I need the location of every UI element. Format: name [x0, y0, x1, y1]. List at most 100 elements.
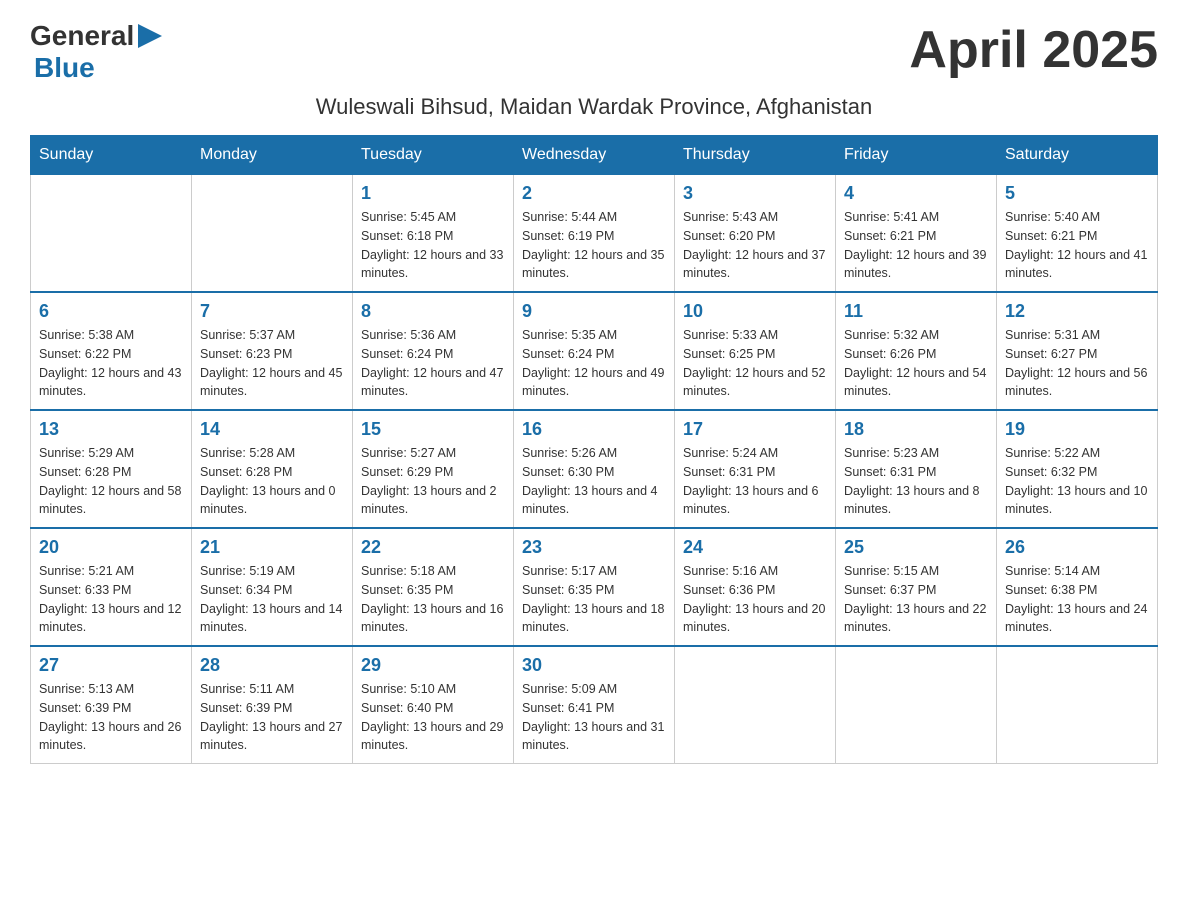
sunset-text: Sunset: 6:20 PM	[683, 227, 827, 246]
day-info: Sunrise: 5:38 AMSunset: 6:22 PMDaylight:…	[39, 326, 183, 401]
day-info: Sunrise: 5:13 AMSunset: 6:39 PMDaylight:…	[39, 680, 183, 755]
daylight-text: Daylight: 12 hours and 58 minutes.	[39, 482, 183, 520]
daylight-text: Daylight: 12 hours and 43 minutes.	[39, 364, 183, 402]
daylight-text: Daylight: 13 hours and 4 minutes.	[522, 482, 666, 520]
sunrise-text: Sunrise: 5:26 AM	[522, 444, 666, 463]
sunset-text: Sunset: 6:31 PM	[844, 463, 988, 482]
day-info: Sunrise: 5:43 AMSunset: 6:20 PMDaylight:…	[683, 208, 827, 283]
day-number: 9	[522, 301, 666, 322]
daylight-text: Daylight: 12 hours and 49 minutes.	[522, 364, 666, 402]
day-number: 25	[844, 537, 988, 558]
day-number: 11	[844, 301, 988, 322]
daylight-text: Daylight: 13 hours and 18 minutes.	[522, 600, 666, 638]
day-info: Sunrise: 5:14 AMSunset: 6:38 PMDaylight:…	[1005, 562, 1149, 637]
daylight-text: Daylight: 13 hours and 22 minutes.	[844, 600, 988, 638]
sunrise-text: Sunrise: 5:35 AM	[522, 326, 666, 345]
sunset-text: Sunset: 6:21 PM	[1005, 227, 1149, 246]
sunrise-text: Sunrise: 5:29 AM	[39, 444, 183, 463]
sunset-text: Sunset: 6:23 PM	[200, 345, 344, 364]
calendar-cell: 16Sunrise: 5:26 AMSunset: 6:30 PMDayligh…	[514, 410, 675, 528]
weekday-header-friday: Friday	[836, 136, 997, 175]
day-number: 7	[200, 301, 344, 322]
calendar-week-row: 20Sunrise: 5:21 AMSunset: 6:33 PMDayligh…	[31, 528, 1158, 646]
daylight-text: Daylight: 12 hours and 56 minutes.	[1005, 364, 1149, 402]
calendar-cell: 17Sunrise: 5:24 AMSunset: 6:31 PMDayligh…	[675, 410, 836, 528]
calendar-cell: 3Sunrise: 5:43 AMSunset: 6:20 PMDaylight…	[675, 175, 836, 293]
daylight-text: Daylight: 13 hours and 20 minutes.	[683, 600, 827, 638]
sunrise-text: Sunrise: 5:36 AM	[361, 326, 505, 345]
weekday-header-wednesday: Wednesday	[514, 136, 675, 175]
day-number: 24	[683, 537, 827, 558]
calendar-cell	[997, 646, 1158, 764]
sunset-text: Sunset: 6:36 PM	[683, 581, 827, 600]
sunrise-text: Sunrise: 5:09 AM	[522, 680, 666, 699]
calendar-cell: 15Sunrise: 5:27 AMSunset: 6:29 PMDayligh…	[353, 410, 514, 528]
day-info: Sunrise: 5:19 AMSunset: 6:34 PMDaylight:…	[200, 562, 344, 637]
day-number: 6	[39, 301, 183, 322]
daylight-text: Daylight: 12 hours and 52 minutes.	[683, 364, 827, 402]
month-title: April 2025	[909, 20, 1158, 80]
logo-flag-icon	[136, 22, 164, 50]
sunrise-text: Sunrise: 5:41 AM	[844, 208, 988, 227]
calendar-cell: 8Sunrise: 5:36 AMSunset: 6:24 PMDaylight…	[353, 292, 514, 410]
day-info: Sunrise: 5:10 AMSunset: 6:40 PMDaylight:…	[361, 680, 505, 755]
daylight-text: Daylight: 12 hours and 35 minutes.	[522, 246, 666, 284]
day-number: 29	[361, 655, 505, 676]
day-number: 10	[683, 301, 827, 322]
location-subtitle: Wuleswali Bihsud, Maidan Wardak Province…	[30, 94, 1158, 120]
calendar-cell: 2Sunrise: 5:44 AMSunset: 6:19 PMDaylight…	[514, 175, 675, 293]
daylight-text: Daylight: 13 hours and 8 minutes.	[844, 482, 988, 520]
daylight-text: Daylight: 13 hours and 26 minutes.	[39, 718, 183, 756]
calendar-cell: 14Sunrise: 5:28 AMSunset: 6:28 PMDayligh…	[192, 410, 353, 528]
sunrise-text: Sunrise: 5:16 AM	[683, 562, 827, 581]
day-info: Sunrise: 5:36 AMSunset: 6:24 PMDaylight:…	[361, 326, 505, 401]
calendar-table: SundayMondayTuesdayWednesdayThursdayFrid…	[30, 135, 1158, 764]
sunset-text: Sunset: 6:30 PM	[522, 463, 666, 482]
daylight-text: Daylight: 12 hours and 41 minutes.	[1005, 246, 1149, 284]
sunset-text: Sunset: 6:37 PM	[844, 581, 988, 600]
daylight-text: Daylight: 12 hours and 37 minutes.	[683, 246, 827, 284]
calendar-cell: 13Sunrise: 5:29 AMSunset: 6:28 PMDayligh…	[31, 410, 192, 528]
day-info: Sunrise: 5:44 AMSunset: 6:19 PMDaylight:…	[522, 208, 666, 283]
daylight-text: Daylight: 13 hours and 29 minutes.	[361, 718, 505, 756]
sunset-text: Sunset: 6:27 PM	[1005, 345, 1149, 364]
sunset-text: Sunset: 6:35 PM	[522, 581, 666, 600]
calendar-cell: 27Sunrise: 5:13 AMSunset: 6:39 PMDayligh…	[31, 646, 192, 764]
weekday-header-saturday: Saturday	[997, 136, 1158, 175]
sunrise-text: Sunrise: 5:24 AM	[683, 444, 827, 463]
calendar-cell	[675, 646, 836, 764]
sunset-text: Sunset: 6:35 PM	[361, 581, 505, 600]
page-header: General Blue April 2025	[30, 20, 1158, 84]
calendar-cell: 6 Sunrise: 5:38 AMSunset: 6:22 PMDaylight…	[31, 292, 192, 410]
sunset-text: Sunset: 6:22 PM	[39, 345, 183, 364]
day-number: 21	[200, 537, 344, 558]
sunset-text: Sunset: 6:32 PM	[1005, 463, 1149, 482]
sunset-text: Sunset: 6:41 PM	[522, 699, 666, 718]
daylight-text: Daylight: 13 hours and 2 minutes.	[361, 482, 505, 520]
calendar-week-row: 6 Sunrise: 5:38 AMSunset: 6:22 PMDaylight…	[31, 292, 1158, 410]
day-number: 20	[39, 537, 183, 558]
sunrise-text: Sunrise: 5:32 AM	[844, 326, 988, 345]
logo-blue-text: Blue	[34, 52, 95, 84]
day-info: Sunrise: 5:29 AMSunset: 6:28 PMDaylight:…	[39, 444, 183, 519]
calendar-cell: 23Sunrise: 5:17 AMSunset: 6:35 PMDayligh…	[514, 528, 675, 646]
day-info: Sunrise: 5:18 AMSunset: 6:35 PMDaylight:…	[361, 562, 505, 637]
day-number: 26	[1005, 537, 1149, 558]
calendar-cell: 29 Sunrise: 5:10 AMSunset: 6:40 PMDayligh…	[353, 646, 514, 764]
day-info: Sunrise: 5:40 AMSunset: 6:21 PMDaylight:…	[1005, 208, 1149, 283]
sunset-text: Sunset: 6:38 PM	[1005, 581, 1149, 600]
sunset-text: Sunset: 6:28 PM	[39, 463, 183, 482]
day-number: 5	[1005, 183, 1149, 204]
sunrise-text: Sunrise: 5:31 AM	[1005, 326, 1149, 345]
sunrise-text: Sunrise: 5:44 AM	[522, 208, 666, 227]
daylight-text: Daylight: 12 hours and 47 minutes.	[361, 364, 505, 402]
sunrise-text: Sunrise: 5:23 AM	[844, 444, 988, 463]
daylight-text: Daylight: 13 hours and 24 minutes.	[1005, 600, 1149, 638]
day-number: 4	[844, 183, 988, 204]
daylight-text: Daylight: 13 hours and 27 minutes.	[200, 718, 344, 756]
sunrise-text: Sunrise: 5:33 AM	[683, 326, 827, 345]
sunset-text: Sunset: 6:21 PM	[844, 227, 988, 246]
calendar-cell: 18Sunrise: 5:23 AMSunset: 6:31 PMDayligh…	[836, 410, 997, 528]
calendar-cell: 10Sunrise: 5:33 AMSunset: 6:25 PMDayligh…	[675, 292, 836, 410]
calendar-week-row: 13Sunrise: 5:29 AMSunset: 6:28 PMDayligh…	[31, 410, 1158, 528]
